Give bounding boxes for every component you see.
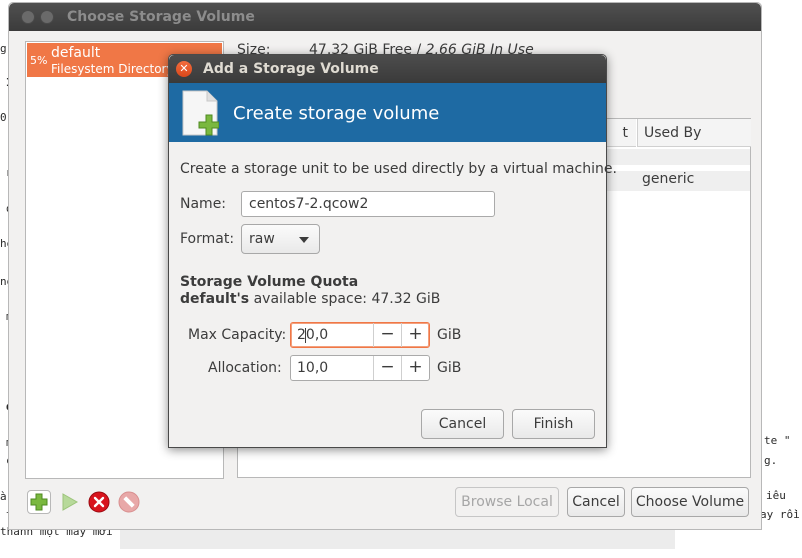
cancel-button[interactable]: Cancel — [567, 487, 625, 517]
space-pool-name: default's — [180, 291, 250, 307]
name-field[interactable]: centos7-2.qcow2 — [241, 191, 495, 217]
bg-text: ay rồi — [760, 508, 800, 521]
add-storage-volume-dialog: ✕ Add a Storage Volume Create storage vo… — [168, 54, 617, 448]
cancel-button[interactable]: Cancel — [421, 409, 504, 439]
close-icon[interactable] — [21, 10, 35, 24]
bg-text: g. — [764, 454, 778, 467]
allocation-value: 10,0 — [297, 360, 329, 376]
pool-name: default — [51, 45, 101, 61]
finish-button[interactable]: Finish — [512, 409, 595, 439]
pool-usage: 5% — [30, 54, 48, 67]
dialog-header: Create storage volume — [233, 103, 440, 124]
bg-text: te " — [764, 434, 791, 447]
allocation-unit: GiB — [437, 360, 462, 376]
minimize-icon[interactable] — [40, 10, 54, 24]
allocation-spinner[interactable]: 10,0 − + — [290, 355, 430, 381]
dialog-banner: Create storage volume — [169, 83, 606, 142]
dialog-titlebar: ✕ Add a Storage Volume — [169, 55, 606, 83]
start-pool-button[interactable] — [57, 490, 81, 514]
stop-pool-button[interactable] — [87, 490, 111, 514]
start-icon — [62, 493, 79, 511]
add-icon — [30, 493, 48, 511]
format-select[interactable]: raw — [241, 224, 320, 254]
quota-heading: Storage Volume Quota — [180, 274, 359, 290]
background-window-edge — [120, 527, 675, 549]
add-pool-button[interactable] — [27, 490, 51, 514]
window-titlebar: Choose Storage Volume — [9, 3, 761, 31]
format-label: Format: — [180, 231, 235, 247]
bg-text: iêu — [766, 489, 786, 502]
max-capacity-value: 20,0 — [297, 327, 329, 343]
storage-volume-icon — [182, 90, 219, 136]
plus-icon[interactable]: + — [401, 356, 429, 380]
delete-icon — [118, 491, 140, 513]
chevron-down-icon — [299, 237, 309, 243]
bg-text: à — [0, 490, 7, 503]
max-capacity-label: Max Capacity: — [188, 327, 287, 343]
column-header-used-by[interactable]: Used By — [637, 119, 751, 147]
stop-icon — [88, 491, 110, 513]
minus-icon[interactable]: − — [373, 323, 401, 347]
window-title: Choose Storage Volume — [67, 9, 255, 25]
max-capacity-unit: GiB — [437, 327, 462, 343]
plus-icon[interactable]: + — [401, 323, 429, 347]
used-by-cell: generic — [642, 171, 695, 187]
bg-text: g — [0, 42, 7, 55]
minus-icon[interactable]: − — [373, 356, 401, 380]
format-value: raw — [249, 231, 275, 247]
name-label: Name: — [180, 196, 227, 212]
dialog-description: Create a storage unit to be used directl… — [180, 161, 617, 177]
space-text: available space: 47.32 GiB — [253, 291, 441, 307]
text-cursor — [305, 328, 306, 343]
allocation-label: Allocation: — [208, 360, 282, 376]
pool-type: Filesystem Directory — [51, 62, 174, 76]
browse-local-button[interactable]: Browse Local — [455, 487, 559, 517]
dialog-title: Add a Storage Volume — [203, 61, 379, 77]
max-capacity-spinner[interactable]: 20,0 − + — [290, 322, 430, 348]
delete-pool-button[interactable] — [117, 490, 141, 514]
close-icon[interactable]: ✕ — [176, 61, 192, 77]
choose-volume-button[interactable]: Choose Volume — [631, 487, 749, 517]
available-space: default's available space: 47.32 GiB — [180, 291, 440, 307]
bg-text: 0 — [0, 111, 7, 124]
